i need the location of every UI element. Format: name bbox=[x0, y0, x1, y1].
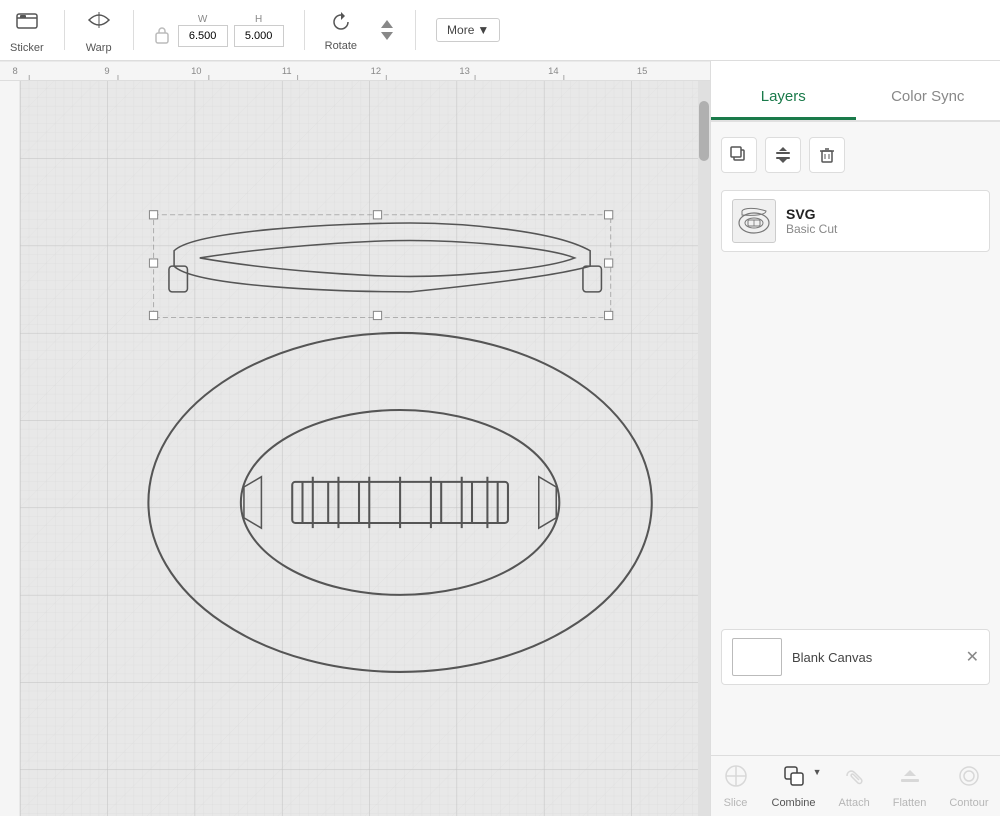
tab-color-sync[interactable]: Color Sync bbox=[856, 88, 1000, 120]
slice-action: Slice bbox=[723, 763, 749, 809]
layer-actions bbox=[721, 132, 990, 178]
toolbar: Sticker Warp W H bbox=[0, 0, 1000, 61]
warp-icon bbox=[85, 6, 113, 40]
arrange-button[interactable] bbox=[765, 137, 801, 173]
tab-layers-label: Layers bbox=[761, 88, 806, 105]
panel-content: SVG Basic Cut Blank Canvas ✕ bbox=[711, 122, 1000, 755]
rotate-icon bbox=[328, 9, 354, 38]
combine-icon bbox=[781, 763, 807, 795]
bottom-bar: Slice ▼ Combine Attach bbox=[711, 755, 1000, 816]
canvas-wrapper[interactable] bbox=[20, 81, 698, 816]
divider-3 bbox=[304, 10, 305, 50]
width-box: W bbox=[178, 14, 228, 47]
contour-label: Contour bbox=[949, 797, 988, 809]
size-group: W H bbox=[154, 14, 284, 47]
layer-info: SVG Basic Cut bbox=[786, 206, 837, 236]
width-label: W bbox=[198, 14, 207, 25]
combine-dropdown-arrow: ▼ bbox=[813, 767, 822, 777]
flatten-action: Flatten bbox=[893, 763, 927, 809]
layer-name: SVG bbox=[786, 206, 837, 222]
right-panel: Layers Color Sync bbox=[710, 61, 1000, 816]
layer-type: Basic Cut bbox=[786, 222, 837, 236]
slice-label: Slice bbox=[724, 797, 748, 809]
divider-4 bbox=[415, 10, 416, 50]
svg-text:9: 9 bbox=[104, 66, 109, 76]
slice-icon bbox=[723, 763, 749, 795]
height-input[interactable] bbox=[234, 25, 284, 47]
sticker-icon bbox=[13, 6, 41, 40]
warp-label: Warp bbox=[86, 42, 112, 54]
svg-text:10: 10 bbox=[191, 66, 201, 76]
sticker-tool[interactable]: Sticker bbox=[10, 6, 44, 54]
main-area: 8 9 10 11 12 13 14 15 bbox=[0, 61, 1000, 816]
divider-2 bbox=[133, 10, 134, 50]
canvas-with-ruler bbox=[0, 81, 710, 816]
rotate-arrows bbox=[379, 16, 395, 44]
tab-color-sync-label: Color Sync bbox=[891, 88, 964, 105]
blank-canvas-item[interactable]: Blank Canvas ✕ bbox=[721, 629, 990, 685]
panel-tabs: Layers Color Sync bbox=[711, 61, 1000, 122]
flatten-label: Flatten bbox=[893, 797, 927, 809]
layer-item-svg[interactable]: SVG Basic Cut bbox=[721, 190, 990, 252]
rotate-tool[interactable]: Rotate bbox=[325, 9, 357, 52]
ruler-vertical bbox=[0, 81, 20, 816]
width-input[interactable] bbox=[178, 25, 228, 47]
lock-icon[interactable] bbox=[154, 25, 170, 45]
divider-1 bbox=[64, 10, 65, 50]
contour-action: Contour bbox=[949, 763, 988, 809]
height-box: H bbox=[234, 14, 284, 47]
svg-text:14: 14 bbox=[548, 66, 558, 76]
combine-label: Combine bbox=[772, 797, 816, 809]
flatten-icon bbox=[897, 763, 923, 795]
ruler-horizontal: 8 9 10 11 12 13 14 15 bbox=[0, 61, 710, 81]
delete-button[interactable] bbox=[809, 137, 845, 173]
svg-text:11: 11 bbox=[282, 66, 292, 76]
more-arrow-icon: ▼ bbox=[477, 23, 489, 37]
rotate-label: Rotate bbox=[325, 40, 357, 52]
blank-canvas-thumbnail bbox=[732, 638, 782, 676]
height-label: H bbox=[255, 14, 262, 25]
attach-label: Attach bbox=[839, 797, 870, 809]
duplicate-button[interactable] bbox=[721, 137, 757, 173]
tab-layers[interactable]: Layers bbox=[711, 88, 856, 120]
more-button[interactable]: More ▼ bbox=[436, 18, 500, 42]
warp-tool[interactable]: Warp bbox=[85, 6, 113, 54]
svg-text:8: 8 bbox=[13, 66, 18, 76]
canvas-area: 8 9 10 11 12 13 14 15 bbox=[0, 61, 710, 816]
blank-canvas-label: Blank Canvas bbox=[792, 650, 872, 665]
scrollbar-thumb[interactable] bbox=[699, 101, 709, 161]
more-label: More bbox=[447, 23, 474, 37]
scrollbar-vertical[interactable] bbox=[698, 81, 710, 816]
svg-text:13: 13 bbox=[459, 66, 469, 76]
attach-icon bbox=[841, 763, 867, 795]
layer-thumbnail bbox=[732, 199, 776, 243]
svg-text:12: 12 bbox=[371, 66, 381, 76]
svg-text:15: 15 bbox=[637, 66, 647, 76]
attach-action: Attach bbox=[839, 763, 870, 809]
blank-canvas-close[interactable]: ✕ bbox=[966, 647, 979, 667]
combine-action[interactable]: ▼ Combine bbox=[772, 763, 816, 809]
contour-icon bbox=[956, 763, 982, 795]
sticker-label: Sticker bbox=[10, 42, 44, 54]
